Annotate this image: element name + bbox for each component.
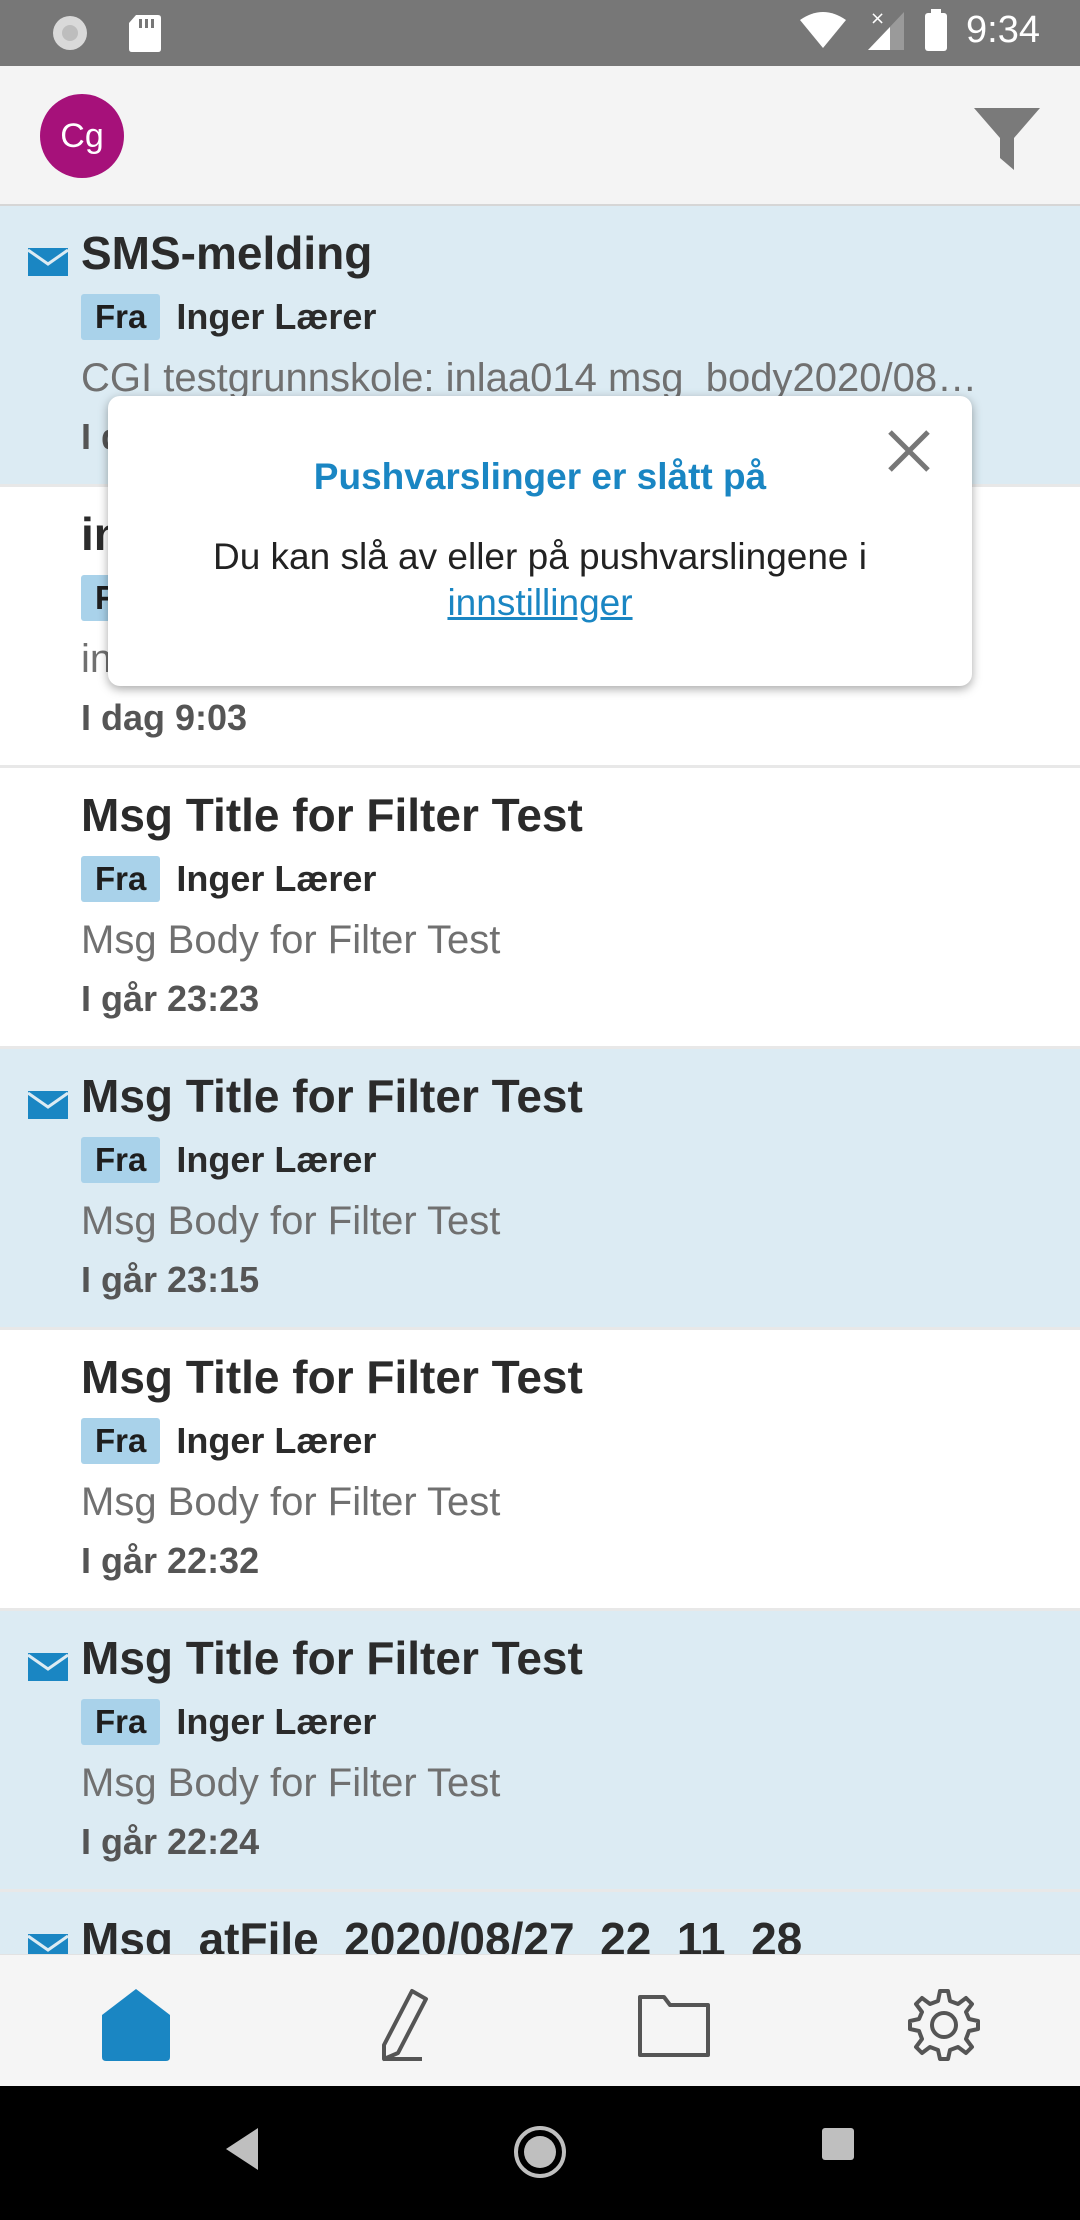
gear-icon [908,1989,980,2061]
message-item[interactable]: Msg_atFile_2020/08/27_22_11_28 [0,1892,1080,1954]
sender-name: Inger Lærer [176,1139,377,1180]
home-icon [102,1989,170,2061]
unread-mail-icon [27,1091,69,1124]
message-title: Msg Title for Filter Test [81,1351,583,1403]
message-sender: Fra Inger Lærer [81,1137,376,1183]
tab-compose[interactable] [364,1985,444,2065]
tab-home[interactable] [96,1985,176,2065]
message-title: SMS-melding [81,227,373,279]
message-date: I går 22:24 [81,1821,260,1862]
message-item[interactable]: Msg Title for Filter Test Fra Inger Lære… [0,768,1080,1049]
status-bar: × 9:34 [0,0,1080,66]
message-item[interactable]: Msg Title for Filter Test Fra Inger Lære… [0,1049,1080,1330]
tab-folders[interactable] [634,1985,714,2065]
message-title: Msg Title for Filter Test [81,789,583,841]
message-date: I går 22:32 [81,1540,260,1581]
android-navigation-bar [0,2086,1080,2220]
message-title: Msg Title for Filter Test [81,1070,583,1122]
dialog-text: Du kan slå av eller på pushvarslingene i… [148,534,932,626]
bottom-tab-bar [0,1954,1080,2087]
sender-name: Inger Lærer [176,1420,377,1461]
back-button[interactable] [222,2124,262,2179]
sync-icon [50,13,90,53]
folder-icon [638,1995,710,2057]
settings-link[interactable]: innstillinger [447,582,632,623]
message-preview: Msg Body for Filter Test [81,918,501,962]
filter-icon [974,108,1040,170]
message-preview: CGI testgrunnskole: inlaa014 msg_body202… [81,356,978,400]
message-title: Msg Title for Filter Test [81,1632,583,1684]
push-notification-dialog: Pushvarslinger er slått på Du kan slå av… [108,396,972,686]
home-circle-icon [514,2126,566,2178]
from-badge: Fra [81,294,161,340]
recents-button[interactable] [818,2124,858,2169]
from-badge: Fra [81,1418,161,1464]
pencil-icon [382,1989,428,2061]
message-title: Msg_atFile_2020/08/27_22_11_28 [81,1913,803,1954]
signal-icon: × [866,8,906,52]
message-sender: Fra Inger Lærer [81,1418,376,1464]
recents-icon [822,2128,854,2160]
from-badge: Fra [81,1137,161,1183]
message-preview: Msg Body for Filter Test [81,1199,501,1243]
message-date: I går 23:23 [81,978,260,1019]
sender-name: Inger Lærer [176,296,377,337]
message-preview: Msg Body for Filter Test [81,1480,501,1524]
dialog-title: Pushvarslinger er slått på [313,456,767,497]
battery-icon [924,8,948,52]
message-date: I går 23:15 [81,1259,260,1300]
message-preview: Msg Body for Filter Test [81,1761,501,1805]
back-icon [226,2128,258,2170]
unread-mail-icon [27,1934,69,1954]
message-sender: Fra Inger Lærer [81,1699,376,1745]
message-date: I dag 9:03 [81,697,248,738]
unread-mail-icon [27,248,69,281]
home-nav-button[interactable] [512,2124,568,2185]
filter-button[interactable] [972,104,1042,174]
message-item[interactable]: Msg Title for Filter Test Fra Inger Lære… [0,1330,1080,1611]
unread-mail-icon [27,1653,69,1686]
clock-time: 9:34 [966,8,1040,51]
sd-card-icon [128,13,162,53]
svg-text:×: × [870,8,885,29]
message-sender: Fra Inger Lærer [81,294,376,340]
from-badge: Fra [81,856,161,902]
sender-name: Inger Lærer [176,1701,377,1742]
sender-name: Inger Lærer [176,858,377,899]
message-sender: Fra Inger Lærer [81,856,376,902]
message-item[interactable]: Msg Title for Filter Test Fra Inger Lære… [0,1611,1080,1892]
from-badge: Fra [81,1699,161,1745]
tab-settings[interactable] [904,1985,984,2065]
dialog-message: Du kan slå av eller på pushvarslingene i [212,536,868,577]
app-header: Cg [0,66,1080,206]
wifi-icon [798,10,848,50]
avatar[interactable]: Cg [40,94,124,178]
